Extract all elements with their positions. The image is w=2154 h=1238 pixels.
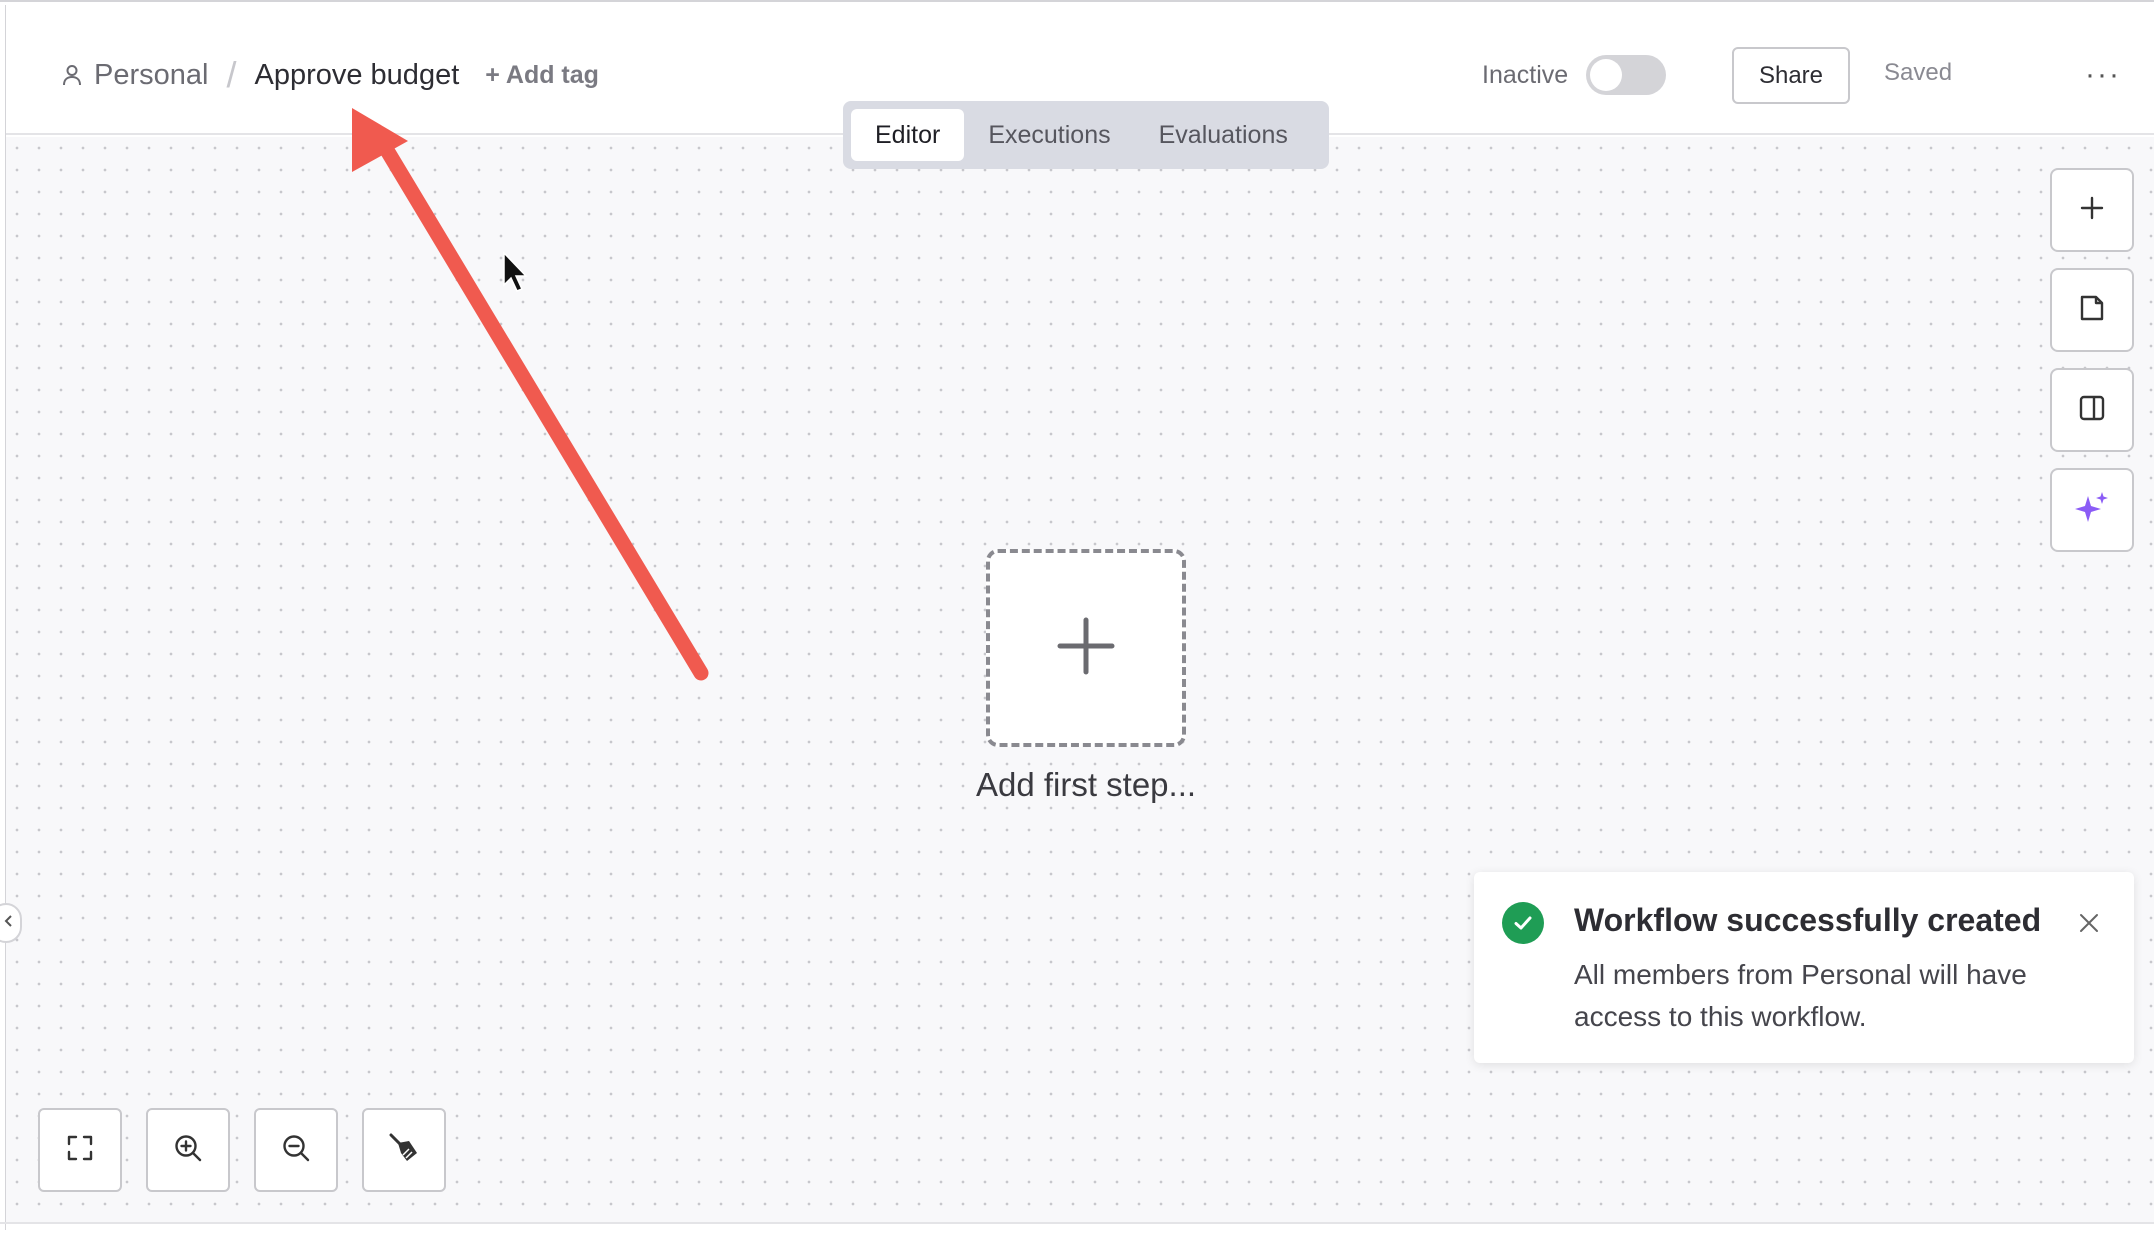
view-tabs: Editor Executions Evaluations bbox=[843, 101, 1329, 169]
success-toast: Workflow successfully created All member… bbox=[1474, 872, 2134, 1063]
person-icon bbox=[58, 61, 86, 89]
sparkle-icon bbox=[2072, 488, 2112, 533]
fit-view-icon bbox=[66, 1134, 94, 1167]
ai-assistant-button[interactable] bbox=[2050, 468, 2134, 552]
tab-editor[interactable]: Editor bbox=[851, 109, 965, 161]
share-button[interactable]: Share bbox=[1732, 47, 1850, 104]
tidy-up-button[interactable] bbox=[362, 1108, 446, 1192]
tab-evaluations[interactable]: Evaluations bbox=[1135, 109, 1312, 161]
check-circle-icon bbox=[1502, 902, 1544, 944]
toast-message: All members from Personal will have acce… bbox=[1574, 959, 2027, 1032]
zoom-out-icon bbox=[281, 1133, 311, 1168]
plus-icon bbox=[1056, 616, 1116, 681]
active-toggle[interactable] bbox=[1586, 55, 1667, 95]
broom-icon bbox=[387, 1131, 421, 1170]
breadcrumb: Personal / Approve budget + Add tag bbox=[58, 53, 599, 97]
canvas-side-actions bbox=[2050, 168, 2134, 568]
ellipsis-icon[interactable]: ··· bbox=[2085, 55, 2120, 95]
toggle-knob bbox=[1590, 59, 1623, 91]
add-tag-button[interactable]: + Add tag bbox=[485, 61, 599, 90]
toast-title: Workflow successfully created bbox=[1574, 902, 2042, 938]
chevron-left-icon bbox=[4, 914, 14, 933]
add-node-button[interactable] bbox=[2050, 168, 2134, 252]
zoom-out-button[interactable] bbox=[254, 1108, 338, 1192]
add-first-step-button[interactable] bbox=[986, 549, 1186, 747]
add-first-step-label: Add first step... bbox=[975, 766, 1197, 803]
panel-icon bbox=[2078, 394, 2106, 427]
canvas-bottom-border bbox=[0, 1222, 2154, 1224]
toast-close-button[interactable] bbox=[2074, 910, 2104, 940]
sticky-note-icon bbox=[2078, 294, 2106, 327]
tab-executions[interactable]: Executions bbox=[964, 109, 1134, 161]
workflow-title[interactable]: Approve budget bbox=[254, 59, 459, 92]
add-sticky-note-button[interactable] bbox=[2050, 268, 2134, 352]
active-status-label: Inactive bbox=[1482, 60, 1569, 89]
active-status: Inactive bbox=[1482, 53, 1667, 97]
toggle-panel-button[interactable] bbox=[2050, 368, 2134, 452]
breadcrumb-owner-link[interactable]: Personal bbox=[94, 59, 208, 92]
zoom-in-icon bbox=[173, 1133, 203, 1168]
close-icon bbox=[2078, 912, 2100, 939]
save-status: Saved bbox=[1884, 59, 1953, 86]
fit-view-button[interactable] bbox=[38, 1108, 122, 1192]
breadcrumb-separator: / bbox=[226, 54, 237, 95]
zoom-controls bbox=[38, 1108, 470, 1192]
zoom-in-button[interactable] bbox=[146, 1108, 230, 1192]
plus-icon bbox=[2079, 195, 2105, 226]
